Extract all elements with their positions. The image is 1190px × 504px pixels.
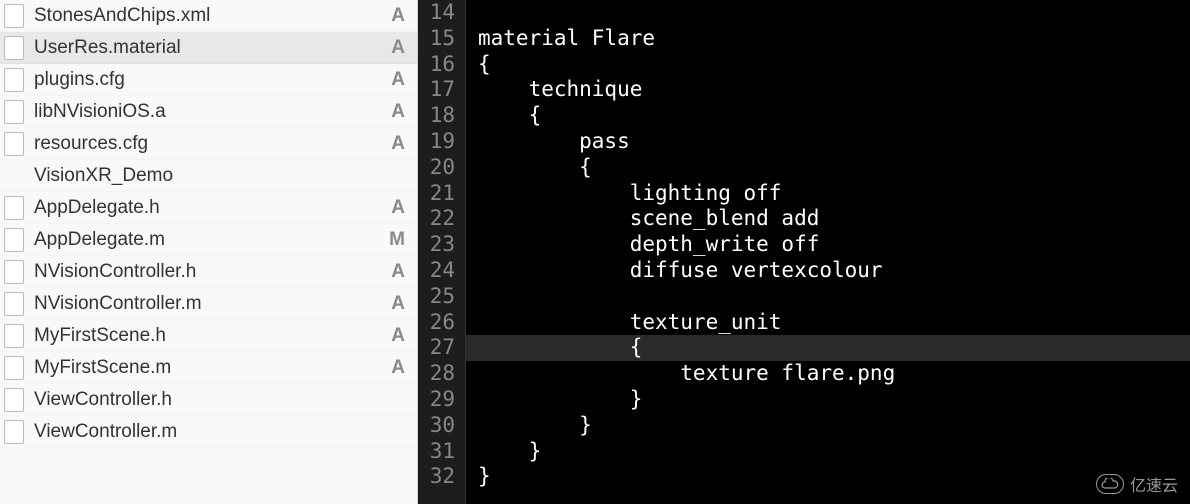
file-row[interactable]: VisionXR_Demo (0, 160, 417, 192)
line-number: 18 (424, 103, 455, 129)
code-line[interactable]: lighting off (478, 181, 1190, 207)
line-number: 29 (424, 387, 455, 413)
file-icon (4, 292, 24, 316)
line-number: 30 (424, 413, 455, 439)
code-line[interactable]: { (466, 335, 1190, 361)
code-line[interactable] (478, 284, 1190, 310)
watermark-text: 亿速云 (1130, 472, 1178, 496)
line-number: 23 (424, 232, 455, 258)
file-row[interactable]: NVisionController.mA (0, 288, 417, 320)
code-line[interactable]: material Flare (478, 26, 1190, 52)
file-status: A (387, 293, 405, 315)
file-name: ViewController.m (34, 421, 387, 443)
code-line[interactable]: } (478, 387, 1190, 413)
file-name: MyFirstScene.m (34, 357, 387, 379)
file-row[interactable]: MyFirstScene.hA (0, 320, 417, 352)
file-icon (4, 132, 24, 156)
code-line[interactable]: } (478, 464, 1190, 490)
line-number: 27 (424, 335, 455, 361)
code-line[interactable]: technique (478, 77, 1190, 103)
line-number: 31 (424, 439, 455, 465)
file-row[interactable]: AppDelegate.hA (0, 192, 417, 224)
file-status: M (387, 229, 405, 251)
file-row[interactable]: resources.cfgA (0, 128, 417, 160)
file-icon (4, 388, 24, 412)
file-name: AppDelegate.m (34, 229, 387, 251)
file-row[interactable]: NVisionController.hA (0, 256, 417, 288)
file-status: A (387, 5, 405, 27)
file-status: A (387, 37, 405, 59)
line-number: 26 (424, 310, 455, 336)
file-icon (4, 260, 24, 284)
file-name: VisionXR_Demo (34, 165, 387, 187)
code-line[interactable]: depth_write off (478, 232, 1190, 258)
file-status: A (387, 197, 405, 219)
file-row[interactable]: UserRes.materialA (0, 32, 417, 64)
line-gutter: 14151617181920212223242526272829303132 (418, 0, 466, 504)
file-row[interactable]: libNVisioniOS.aA (0, 96, 417, 128)
file-name: UserRes.material (34, 37, 387, 59)
code-line[interactable]: pass (478, 129, 1190, 155)
line-number: 24 (424, 258, 455, 284)
file-icon (4, 36, 24, 60)
file-row[interactable]: AppDelegate.mM (0, 224, 417, 256)
file-name: StonesAndChips.xml (34, 5, 387, 27)
file-name: plugins.cfg (34, 69, 387, 91)
code-line[interactable]: } (478, 413, 1190, 439)
file-status: A (387, 133, 405, 155)
file-name: MyFirstScene.h (34, 325, 387, 347)
file-status: A (387, 101, 405, 123)
line-number: 32 (424, 464, 455, 490)
code-line[interactable]: { (478, 155, 1190, 181)
file-status: A (387, 69, 405, 91)
code-line[interactable]: { (478, 103, 1190, 129)
code-line[interactable]: scene_blend add (478, 206, 1190, 232)
line-number: 21 (424, 181, 455, 207)
file-status: A (387, 325, 405, 347)
file-icon (4, 196, 24, 220)
file-name: resources.cfg (34, 133, 387, 155)
line-number: 17 (424, 77, 455, 103)
file-icon (4, 324, 24, 348)
file-icon (4, 228, 24, 252)
file-row[interactable]: ViewController.h (0, 384, 417, 416)
file-navigator: StonesAndChips.xmlAUserRes.materialAplug… (0, 0, 418, 504)
code-line[interactable]: texture_unit (478, 310, 1190, 336)
file-name: ViewController.h (34, 389, 387, 411)
watermark: 亿速云 (1096, 472, 1178, 496)
file-row[interactable]: plugins.cfgA (0, 64, 417, 96)
line-number: 25 (424, 284, 455, 310)
file-name: NVisionController.m (34, 293, 387, 315)
file-name: libNVisioniOS.a (34, 101, 387, 123)
file-status: A (387, 357, 405, 379)
code-line[interactable]: } (478, 439, 1190, 465)
code-content[interactable]: material Flare{ technique { pass { light… (466, 0, 1190, 504)
code-line[interactable]: texture flare.png (478, 361, 1190, 387)
code-editor[interactable]: 14151617181920212223242526272829303132 m… (418, 0, 1190, 504)
code-line[interactable] (478, 0, 1190, 26)
cloud-icon (1096, 474, 1124, 494)
line-number: 14 (424, 0, 455, 26)
code-line[interactable]: { (478, 52, 1190, 78)
file-icon (4, 420, 24, 444)
file-icon (4, 4, 24, 28)
file-icon (4, 68, 24, 92)
line-number: 19 (424, 129, 455, 155)
line-number: 22 (424, 206, 455, 232)
line-number: 15 (424, 26, 455, 52)
file-row[interactable]: MyFirstScene.mA (0, 352, 417, 384)
file-name: AppDelegate.h (34, 197, 387, 219)
file-icon (4, 100, 24, 124)
code-line[interactable]: diffuse vertexcolour (478, 258, 1190, 284)
file-status: A (387, 261, 405, 283)
line-number: 16 (424, 52, 455, 78)
file-name: NVisionController.h (34, 261, 387, 283)
line-number: 28 (424, 361, 455, 387)
file-row[interactable]: ViewController.m (0, 416, 417, 448)
file-icon (4, 356, 24, 380)
file-row[interactable]: StonesAndChips.xmlA (0, 0, 417, 32)
line-number: 20 (424, 155, 455, 181)
